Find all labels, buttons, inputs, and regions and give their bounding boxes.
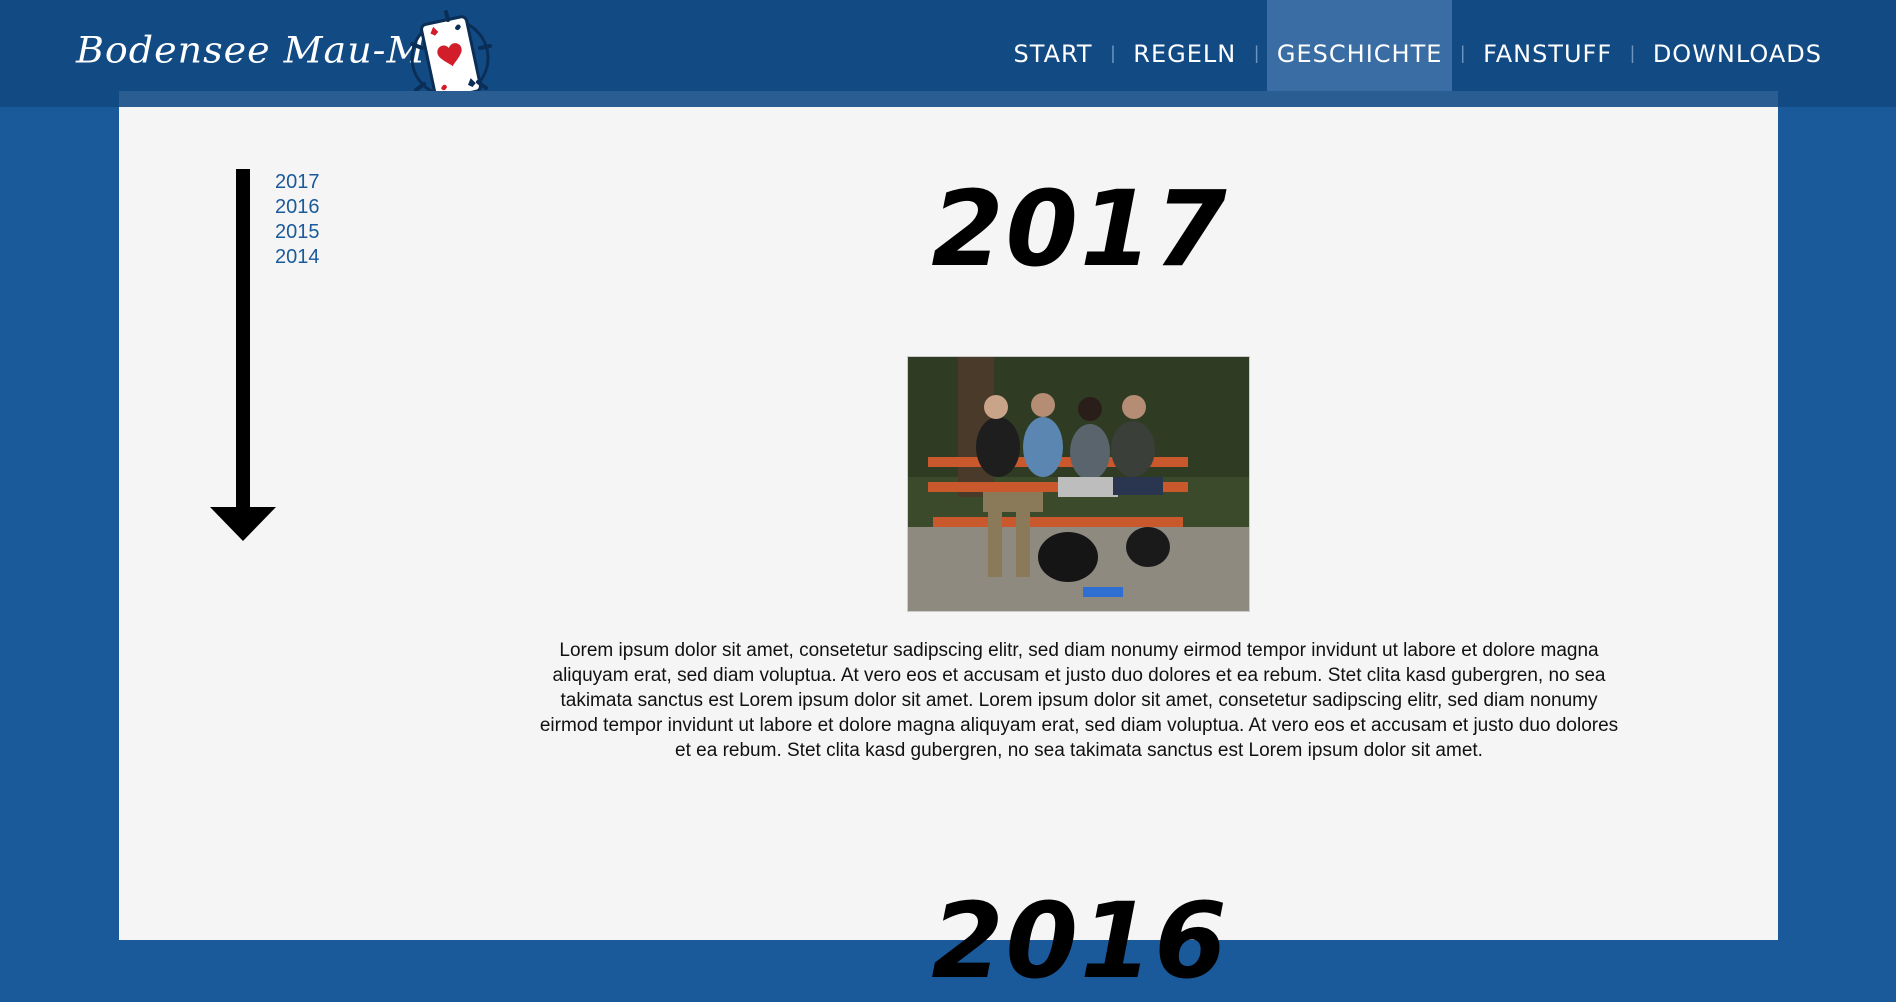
timeline-link-2016[interactable]: 2016 — [275, 195, 320, 220]
arrow-down-icon — [210, 169, 276, 541]
year-heading-2016: 2016 — [931, 880, 1229, 1002]
timeline-link-2014[interactable]: 2014 — [275, 245, 320, 270]
brand[interactable]: Bodensee Mau-Mau — [76, 10, 492, 104]
playing-card-ace-of-hearts-icon — [410, 10, 492, 104]
section-paragraph-2017: Lorem ipsum dolor sit amet, consetetur s… — [539, 640, 1619, 761]
content-top-strip — [119, 91, 1778, 107]
timeline-link-2015[interactable]: 2015 — [275, 220, 320, 245]
timeline-link-2017[interactable]: 2017 — [275, 170, 320, 195]
group-photo — [907, 356, 1250, 612]
year-heading-2017: 2017 — [931, 168, 1229, 290]
timeline-year-list: 2017 2016 2015 2014 — [275, 170, 320, 270]
